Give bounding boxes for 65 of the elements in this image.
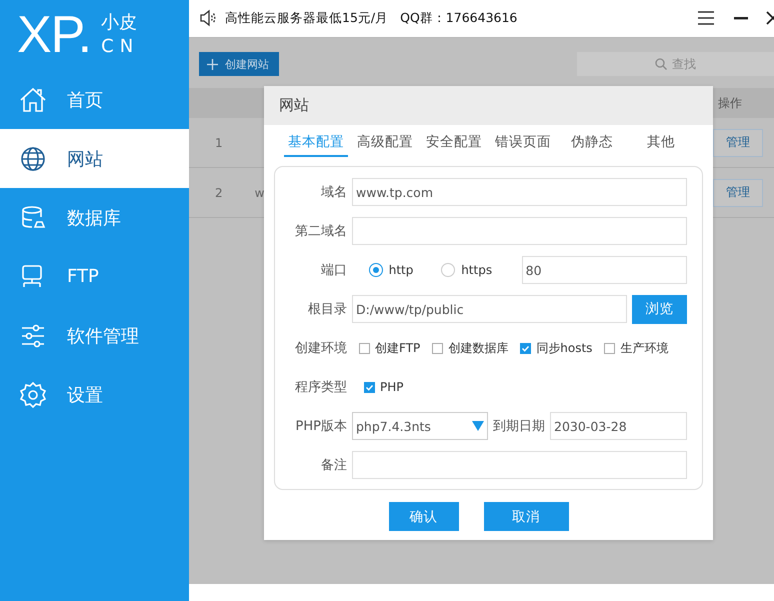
- notice-text: 高性能云服务器最低15元/月: [225, 10, 388, 26]
- field-label: 到期日期: [493, 418, 545, 435]
- manage-button[interactable]: 管理: [713, 128, 763, 156]
- checkbox[interactable]: [432, 342, 444, 354]
- logo-text: 小皮: [101, 13, 138, 33]
- field-label: 根目录: [307, 301, 347, 318]
- option-label: PHP: [380, 380, 404, 394]
- sidebar-item[interactable]: 网站: [0, 129, 189, 188]
- search-field[interactable]: 查找: [577, 52, 774, 76]
- menu-icon[interactable]: [698, 11, 714, 25]
- table-cell: w: [254, 186, 264, 200]
- browse-button[interactable]: 浏览: [632, 294, 687, 324]
- option-label: 创建数据库: [448, 340, 508, 356]
- second-domain-field[interactable]: [352, 217, 687, 245]
- manage-button[interactable]: 管理: [713, 178, 763, 206]
- option-label: 同步hosts: [536, 340, 592, 356]
- search-icon: [655, 58, 667, 70]
- column-header: 操作: [718, 94, 742, 112]
- logo-text: CN: [101, 37, 140, 57]
- field-label: PHP版本: [294, 418, 347, 435]
- confirm-button[interactable]: 确认: [388, 502, 458, 531]
- checkbox[interactable]: [604, 342, 616, 354]
- dialog-title: 网站: [279, 96, 309, 115]
- expiry-date-field[interactable]: 2030-03-28: [550, 412, 687, 440]
- radio-button[interactable]: [368, 263, 383, 277]
- sidebar-item[interactable]: 设置: [0, 365, 189, 424]
- sidebar-item[interactable]: 首页: [0, 70, 189, 129]
- option-label: 生产环境: [620, 340, 668, 356]
- sidebar-item[interactable]: FTP: [0, 247, 189, 306]
- database-icon: [19, 204, 47, 230]
- root-directory-field[interactable]: D:/www/tp/public: [352, 295, 627, 323]
- logo-mark: XP.: [17, 9, 92, 61]
- row-index: 1: [215, 136, 223, 150]
- checkbox[interactable]: [364, 382, 375, 392]
- note-field[interactable]: [352, 451, 687, 479]
- plus-icon: [207, 58, 218, 70]
- sidebar-item[interactable]: 软件管理: [0, 306, 189, 365]
- home-icon: [19, 86, 47, 112]
- row-index: 2: [215, 186, 223, 200]
- php-version-dropdown[interactable]: php7.4.3nts: [352, 412, 488, 440]
- checkbox[interactable]: [520, 342, 532, 354]
- create-site-button[interactable]: 创建网站: [199, 52, 279, 76]
- globe-icon: [19, 146, 47, 172]
- option-label: https: [461, 263, 492, 277]
- field-label: 程序类型: [294, 379, 347, 396]
- domain-field[interactable]: www.tp.com: [352, 178, 687, 206]
- sidebar-item[interactable]: 数据库: [0, 188, 189, 247]
- field-label: 域名: [320, 184, 347, 201]
- option-label: 创建FTP: [375, 340, 420, 356]
- sliders-icon: [19, 322, 47, 348]
- radio-button[interactable]: [441, 263, 456, 277]
- field-label: 第二域名: [294, 223, 347, 240]
- field-label: 端口: [320, 262, 347, 279]
- qq-group-text: QQ群：176643616: [400, 10, 518, 26]
- checkbox[interactable]: [359, 342, 370, 354]
- cancel-button[interactable]: 取消: [484, 502, 568, 531]
- field-label: 备注: [320, 457, 347, 474]
- option-label: http: [388, 263, 414, 277]
- field-label: 创建环境: [294, 340, 347, 357]
- speaker-icon: [199, 9, 217, 27]
- dropdown-arrow-icon: [472, 420, 484, 432]
- close-icon[interactable]: [766, 11, 774, 25]
- settings-icon: [19, 380, 47, 408]
- port-field[interactable]: 80: [522, 256, 687, 284]
- minimize-icon[interactable]: [734, 16, 748, 20]
